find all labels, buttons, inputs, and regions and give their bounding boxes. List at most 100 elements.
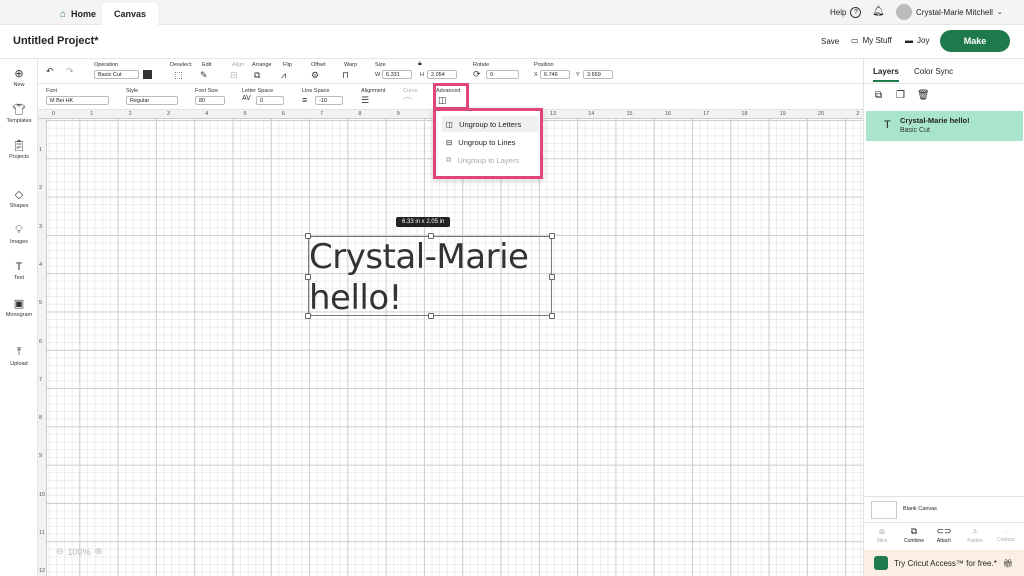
bell-icon[interactable]: 🔔︎	[872, 6, 885, 17]
color-swatch[interactable]	[143, 70, 152, 79]
sidebar-item-label: Projects	[9, 154, 29, 160]
line-space-input[interactable]: -10	[315, 96, 343, 105]
text-object[interactable]: Crystal-Marie hello!	[305, 233, 555, 319]
action-label: Contour	[997, 537, 1015, 543]
sidebar-item-text[interactable]: T Text	[0, 261, 38, 281]
tab-layers[interactable]: Layers	[873, 67, 899, 82]
warp-icon[interactable]: ⊓	[342, 70, 349, 81]
attach-button[interactable]: ⊂⊃ Attach	[929, 526, 959, 544]
combine-button[interactable]: ⧉ Combine	[899, 526, 929, 544]
flatten-icon: ⩡	[972, 526, 978, 536]
menu-item-label: Ungroup to Letters	[459, 119, 522, 129]
project-title[interactable]: Untitled Project*	[13, 35, 99, 47]
group-icon[interactable]: ⧉	[875, 90, 882, 101]
menu-ungroup-lines[interactable]: ⊟ Ungroup to Lines	[442, 134, 538, 150]
shapes-icon: ◇	[14, 189, 24, 201]
resize-handle[interactable]	[549, 233, 555, 239]
edit-icon[interactable]: ✎	[200, 70, 208, 81]
sidebar-item-label: Templates	[6, 118, 32, 124]
sidebar-item-monogram[interactable]: ▣ Monogram	[0, 297, 38, 318]
font-select[interactable]: M Bei HK	[46, 96, 109, 105]
ruler-top-number: 16	[664, 111, 671, 117]
make-button[interactable]: Make	[940, 30, 1010, 52]
edit-label: Edit	[202, 62, 212, 68]
ruler-top-number: 3	[166, 111, 170, 117]
nav-canvas-tab[interactable]: Canvas	[102, 3, 159, 25]
sidebar-item-shapes[interactable]: ◇ Shapes	[0, 188, 38, 209]
undo-icon[interactable]: ↶	[46, 66, 54, 77]
blank-canvas-row[interactable]: Blank Canvas	[864, 496, 1024, 522]
letter-space-input[interactable]: 0	[256, 96, 284, 105]
operation-select[interactable]: Basic Cut	[94, 70, 139, 79]
folder-icon: ▭	[851, 36, 859, 45]
resize-handle[interactable]	[549, 313, 555, 319]
ruler-top-number: 0	[52, 111, 56, 117]
rotate-input[interactable]: 0	[486, 70, 519, 79]
resize-handle[interactable]	[305, 313, 311, 319]
nav-home-tab[interactable]: ⌂ Home	[48, 3, 108, 25]
sidebar-item-images[interactable]: 💡︎ Images	[0, 224, 38, 245]
x-input[interactable]: 6.746	[540, 70, 570, 79]
ruler-left-number: 10	[39, 491, 46, 498]
menu-item-label: Ungroup to Lines	[458, 137, 516, 147]
my-stuff-button[interactable]: ▭ My Stuff	[851, 36, 892, 45]
tab-color-sync[interactable]: Color Sync	[914, 67, 953, 76]
resize-handle[interactable]	[305, 274, 311, 280]
contour-button[interactable]: ◌ Contour	[991, 526, 1021, 543]
sidebar-item-templates[interactable]: 👕︎ Templates	[0, 103, 38, 124]
alignment-icon[interactable]: ☰	[361, 95, 369, 106]
deselect-icon[interactable]: ⬚	[174, 70, 183, 81]
sidebar-item-upload[interactable]: ⤒ Upload	[0, 346, 38, 367]
resize-handle[interactable]	[428, 313, 434, 319]
canvas-text: Crystal-Marie hello!	[309, 237, 529, 319]
align-icon[interactable]: ⊟	[230, 70, 238, 81]
width-input[interactable]: 6.331	[382, 70, 412, 79]
chevron-down-icon: ⌄	[996, 9, 1003, 16]
sidebar-item-label: Shapes	[9, 203, 29, 209]
flip-icon[interactable]: ⩘	[281, 70, 286, 81]
curve-label: Curve	[403, 88, 418, 94]
menu-ungroup-layers[interactable]: ⧉ Ungroup to Layers	[442, 152, 538, 168]
menu-ungroup-letters[interactable]: ◫ Ungroup to Letters	[442, 116, 538, 132]
zoom-control: ⊖ 100% ⊕	[56, 546, 102, 557]
letter-space-value: 0	[260, 97, 264, 104]
edit-toolbar: ↶ ↷ Operation Basic Cut Deselect ⬚ Edit …	[38, 59, 863, 84]
trash-icon[interactable]: 🗑︎	[917, 90, 930, 101]
clipboard-icon: 📋︎	[12, 140, 26, 152]
redo-icon[interactable]: ↷	[66, 66, 74, 77]
help-button[interactable]: Help ?	[830, 7, 862, 18]
height-input[interactable]: 2.054	[427, 70, 457, 79]
ruler-left-number: 9	[39, 453, 43, 460]
align-label: Align	[232, 62, 245, 68]
lock-icon[interactable]: 🔒︎	[418, 60, 422, 68]
font-size-input[interactable]: 80	[195, 96, 225, 105]
duplicate-icon[interactable]: ❐	[896, 90, 905, 101]
design-canvas[interactable]: 012345678910111213141516171819202 123456…	[38, 110, 863, 576]
style-select[interactable]: Regular	[126, 96, 178, 105]
advanced-button-highlight[interactable]	[433, 83, 469, 110]
y-input[interactable]: 3.659	[583, 70, 613, 79]
zoom-in-icon[interactable]: ⊕	[95, 546, 103, 557]
rotate-icon: ⟳	[473, 69, 481, 79]
sidebar-item-new[interactable]: ⊕ New	[0, 67, 38, 88]
zoom-value: 100%	[67, 546, 91, 557]
ruler-top-number: 2	[128, 111, 132, 117]
left-sidebar: ⊕ New 👕︎ Templates 📋︎ Projects ◇ Shapes 💡︎ Im…	[0, 59, 38, 576]
offset-label: Offset	[311, 62, 326, 68]
access-promo-banner[interactable]: Try Cricut Access™ for free.* 🎁︎	[864, 550, 1024, 576]
resize-handle[interactable]	[428, 233, 434, 239]
save-button[interactable]: Save	[821, 37, 839, 46]
sidebar-item-projects[interactable]: 📋︎ Projects	[0, 139, 38, 160]
flatten-button[interactable]: ⩡ Flatten	[960, 526, 990, 544]
zoom-out-icon[interactable]: ⊖	[56, 546, 64, 557]
resize-handle[interactable]	[549, 274, 555, 280]
offset-icon[interactable]: ⚙	[311, 70, 319, 81]
arrange-icon[interactable]: ⧉	[254, 70, 260, 81]
joy-button[interactable]: ▬ Joy	[905, 36, 929, 45]
user-menu[interactable]: Crystal-Marie Mitchell ⌄	[896, 4, 1003, 20]
title-bar: Untitled Project* Save ▭ My Stuff ▬ Joy …	[0, 25, 1024, 59]
resize-handle[interactable]	[305, 233, 311, 239]
layer-row[interactable]: T Crystal-Marie hello! Basic Cut	[866, 111, 1023, 141]
slice-button[interactable]: ⧈ Slice	[867, 526, 897, 544]
curve-icon[interactable]: ⌒	[403, 95, 412, 108]
